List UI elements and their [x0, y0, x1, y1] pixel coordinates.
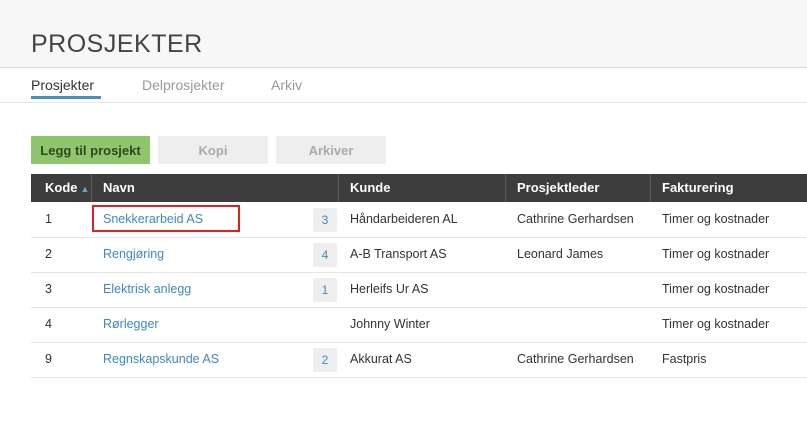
column-divider — [91, 174, 92, 202]
page-title: PROSJEKTER — [31, 30, 203, 58]
subproject-count-badge[interactable]: 2 — [313, 348, 337, 372]
column-divider — [650, 174, 651, 202]
subproject-count-badge[interactable]: 1 — [313, 278, 337, 302]
column-header-prosjektleder[interactable]: Prosjektleder — [517, 174, 599, 202]
column-divider — [338, 174, 339, 202]
table-row[interactable]: 9 Regnskapskunde AS 2 Akkurat AS Cathrin… — [31, 342, 807, 378]
sort-ascending-icon: ▲ — [80, 184, 90, 194]
cell-prosjektleder: Cathrine Gerhardsen — [517, 352, 634, 366]
cell-fakturering: Timer og kostnader — [662, 317, 770, 331]
column-header-navn[interactable]: Navn — [103, 174, 135, 202]
project-name-link[interactable]: Rørlegger — [103, 307, 159, 342]
cell-kunde: Akkurat AS — [350, 352, 412, 366]
tab-delprosjekter[interactable]: Delprosjekter — [142, 77, 224, 93]
tab-prosjekter[interactable]: Prosjekter — [31, 77, 94, 93]
cell-prosjektleder: Leonard James — [517, 247, 604, 261]
tab-bar: Prosjekter Delprosjekter Arkiv — [0, 68, 807, 103]
subproject-count-badge[interactable]: 4 — [313, 243, 337, 267]
table-row[interactable]: 2 Rengjøring 4 A-B Transport AS Leonard … — [31, 237, 807, 273]
column-header-fakturering[interactable]: Fakturering — [662, 174, 734, 202]
cell-fakturering: Timer og kostnader — [662, 247, 770, 261]
active-tab-indicator — [31, 96, 101, 99]
project-name-link[interactable]: Regnskapskunde AS — [103, 342, 219, 377]
subproject-count-badge[interactable]: 3 — [313, 208, 337, 232]
cell-fakturering: Fastpris — [662, 352, 707, 366]
cell-kunde: Johnny Winter — [350, 317, 430, 331]
tab-arkiv[interactable]: Arkiv — [271, 77, 302, 93]
project-name-link[interactable]: Rengjøring — [103, 237, 164, 272]
cell-kode: 2 — [45, 247, 52, 261]
cell-kunde: A-B Transport AS — [350, 247, 447, 261]
cell-kode: 3 — [45, 282, 52, 296]
cell-kode: 4 — [45, 317, 52, 331]
cell-kode: 1 — [45, 212, 52, 226]
archive-button[interactable]: Arkiver — [276, 136, 386, 164]
column-header-kode[interactable]: Kode ▲ — [45, 174, 89, 202]
cell-kunde: Herleifs Ur AS — [350, 282, 429, 296]
cell-kunde: Håndarbeideren AL — [350, 212, 458, 226]
table-row[interactable]: 3 Elektrisk anlegg 1 Herleifs Ur AS Time… — [31, 272, 807, 308]
highlight-annotation — [92, 205, 240, 232]
copy-button[interactable]: Kopi — [158, 136, 268, 164]
column-divider — [505, 174, 506, 202]
cell-prosjektleder: Cathrine Gerhardsen — [517, 212, 634, 226]
cell-fakturering: Timer og kostnader — [662, 212, 770, 226]
table-row[interactable]: 4 Rørlegger Johnny Winter Timer og kostn… — [31, 307, 807, 343]
cell-kode: 9 — [45, 352, 52, 366]
column-header-kunde[interactable]: Kunde — [350, 174, 390, 202]
add-project-button[interactable]: Legg til prosjekt — [31, 136, 150, 164]
cell-fakturering: Timer og kostnader — [662, 282, 770, 296]
project-name-link[interactable]: Elektrisk anlegg — [103, 272, 191, 307]
table-header: Kode ▲ Navn Kunde Prosjektleder Faktureri… — [31, 174, 807, 202]
